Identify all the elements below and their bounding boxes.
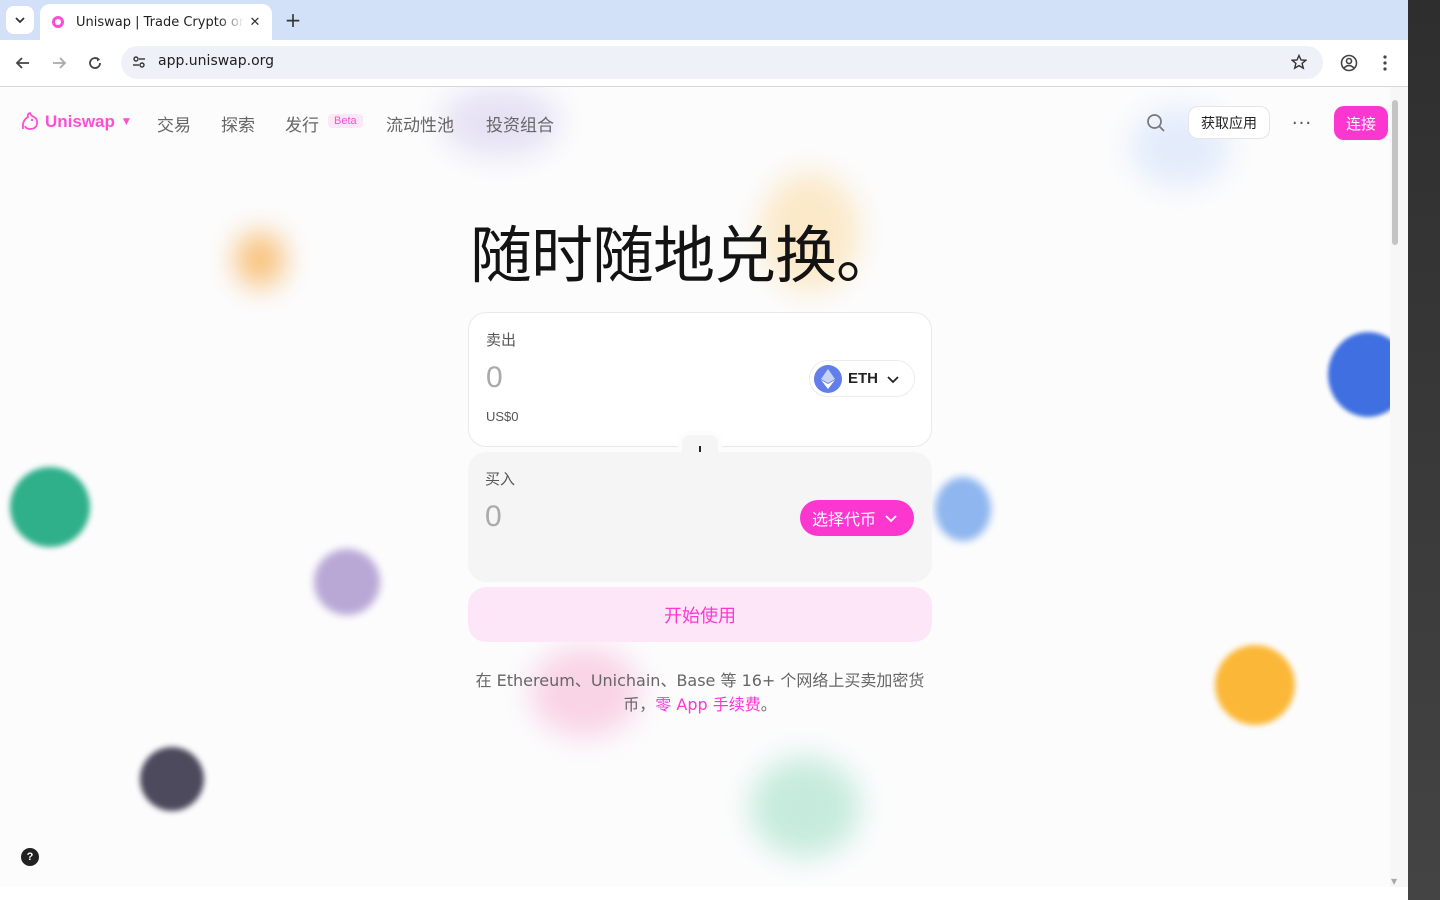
chevron-down-icon xyxy=(885,515,897,523)
back-button[interactable] xyxy=(9,49,37,77)
sell-token-symbol: ETH xyxy=(848,370,878,387)
decorative-token-green-icon xyxy=(10,467,90,547)
caret-down-icon[interactable]: ▼ xyxy=(123,117,130,127)
forward-button[interactable] xyxy=(45,49,73,77)
tab-bar: Uniswap | Trade Crypto on DeFi's Leading… xyxy=(0,0,1408,40)
decorative-token-blue-icon xyxy=(935,477,991,541)
top-nav: Uniswap ▼ 交易 探索 发行 Beta 流动性池 投资组合 获取应用 ·… xyxy=(0,87,1390,159)
decorative-token-orange-icon xyxy=(1215,645,1295,725)
nav-item-portfolio[interactable]: 投资组合 xyxy=(486,111,554,136)
browser-toolbar: app.uniswap.org xyxy=(0,40,1408,86)
arrow-left-icon xyxy=(15,57,29,69)
new-tab-icon[interactable]: + xyxy=(281,8,305,32)
search-button[interactable] xyxy=(1144,111,1168,135)
uniswap-favicon-icon xyxy=(52,16,64,28)
sell-amount-input[interactable]: 0 xyxy=(486,361,503,395)
buy-label: 买入 xyxy=(485,470,516,488)
url-text: app.uniswap.org xyxy=(158,53,275,69)
browser-tab[interactable]: Uniswap | Trade Crypto on DeFi's Leading… xyxy=(40,4,272,40)
get-app-button[interactable]: 获取应用 xyxy=(1188,106,1270,139)
site-settings-icon[interactable] xyxy=(129,52,149,72)
unicorn-logo-icon xyxy=(21,111,39,130)
nav-item-pools[interactable]: 流动性池 xyxy=(386,111,454,136)
browser-chrome: Uniswap | Trade Crypto on DeFi's Leading… xyxy=(0,0,1408,87)
bookmark-star-icon[interactable] xyxy=(1289,52,1309,72)
window-bottom-edge xyxy=(0,887,1408,900)
reload-icon xyxy=(89,57,101,69)
nav-item-launch[interactable]: 发行 xyxy=(285,111,319,136)
uniswap-page: Uniswap ▼ 交易 探索 发行 Beta 流动性池 投资组合 获取应用 ·… xyxy=(0,87,1390,887)
nav-item-explore[interactable]: 探索 xyxy=(221,111,255,136)
decorative-blob xyxy=(750,757,860,857)
sell-panel: 卖出 0 US$0 ETH xyxy=(468,312,932,447)
uniswap-logo[interactable]: Uniswap ▼ xyxy=(19,111,130,133)
nav-item-trade[interactable]: 交易 xyxy=(157,111,191,136)
tab-title: Uniswap | Trade Crypto on DeFi's Leading… xyxy=(76,14,244,30)
connect-button[interactable]: 连接 xyxy=(1334,106,1388,140)
network-description: 在 Ethereum、Unichain、Base 等 16+ 个网络上买卖加密货… xyxy=(468,669,932,717)
browser-menu-button[interactable] xyxy=(1371,49,1399,77)
sell-usd-value: US$0 xyxy=(486,409,519,424)
profile-icon xyxy=(1340,54,1358,72)
tab-search-button[interactable] xyxy=(6,6,34,34)
scrollbar-thumb[interactable] xyxy=(1392,100,1398,245)
select-token-label: 选择代币 xyxy=(812,510,877,529)
more-options-icon[interactable]: ··· xyxy=(1288,111,1316,135)
chevron-down-icon xyxy=(887,375,899,383)
get-started-button[interactable]: 开始使用 xyxy=(468,587,932,642)
decorative-token-dark-icon xyxy=(140,747,204,811)
profile-button[interactable] xyxy=(1335,49,1363,77)
page-title: 随时随地兑换。 xyxy=(470,219,898,292)
buy-panel: 买入 0 选择代币 xyxy=(468,452,932,582)
scroll-down-arrow-icon[interactable]: ▼ xyxy=(1391,877,1397,886)
zero-fee-link[interactable]: 零 App 手续费 xyxy=(655,695,760,714)
decorative-token-blue-large-icon xyxy=(1328,332,1390,417)
address-bar[interactable]: app.uniswap.org xyxy=(121,46,1323,79)
eth-icon xyxy=(814,364,842,393)
decorative-blob xyxy=(235,232,285,287)
sell-token-selector[interactable]: ETH xyxy=(809,360,915,397)
arrow-right-icon xyxy=(53,57,67,69)
description-end: 。 xyxy=(760,695,777,714)
search-icon xyxy=(1147,114,1165,132)
close-tab-icon[interactable]: ✕ xyxy=(246,13,264,31)
sell-label: 卖出 xyxy=(486,331,517,349)
chevron-down-icon xyxy=(15,17,25,24)
logo-text: Uniswap xyxy=(45,112,115,131)
beta-badge: Beta xyxy=(328,114,363,128)
kebab-menu-icon xyxy=(1383,55,1387,71)
help-icon[interactable]: ? xyxy=(21,848,39,866)
window-edge xyxy=(1408,0,1440,900)
buy-amount-input[interactable]: 0 xyxy=(485,500,502,534)
decorative-token-purple-icon xyxy=(314,549,380,615)
reload-button[interactable] xyxy=(81,49,109,77)
select-token-button[interactable]: 选择代币 xyxy=(800,500,914,536)
